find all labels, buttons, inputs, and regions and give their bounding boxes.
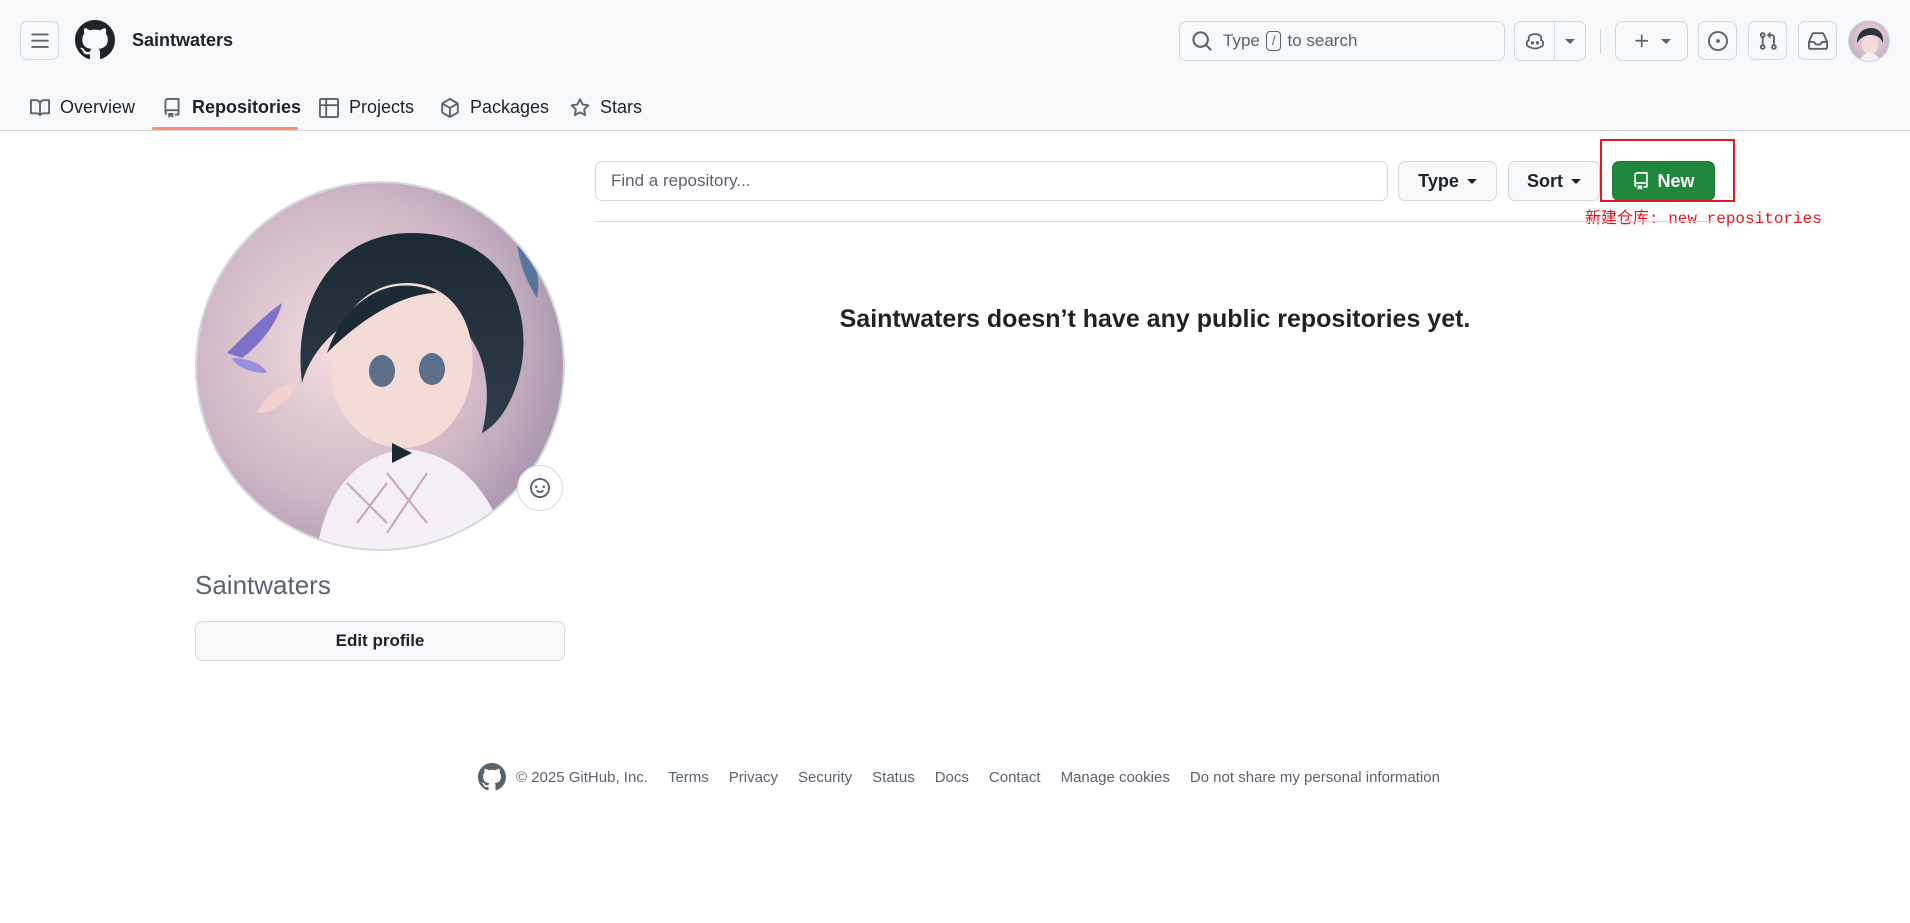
star-icon bbox=[570, 97, 590, 116]
header-username-link[interactable]: Saintwaters bbox=[132, 30, 233, 51]
annotation-highlight-box bbox=[1600, 139, 1735, 202]
smiley-icon bbox=[530, 478, 550, 498]
profile-avatar-image bbox=[197, 183, 563, 549]
empty-repositories-message: Saintwaters doesn’t have any public repo… bbox=[839, 305, 1471, 333]
tab-stars[interactable]: Stars bbox=[570, 84, 642, 131]
sort-label: Sort bbox=[1527, 170, 1563, 191]
table-icon bbox=[319, 97, 339, 118]
footer-link-manage-cookies[interactable]: Manage cookies bbox=[1061, 769, 1170, 786]
active-tab-underline bbox=[152, 127, 298, 130]
header-divider bbox=[1600, 29, 1601, 54]
copilot-icon bbox=[1525, 33, 1544, 50]
find-repository-input[interactable]: Find a repository... bbox=[595, 161, 1388, 201]
tab-overview[interactable]: Overview bbox=[30, 84, 135, 131]
tab-overview-label: Overview bbox=[60, 97, 136, 117]
footer-link-terms[interactable]: Terms bbox=[668, 769, 709, 786]
chevron-down-icon bbox=[1466, 178, 1477, 184]
tab-stars-label: Stars bbox=[600, 97, 643, 117]
tab-packages-label: Packages bbox=[470, 97, 550, 117]
global-search-input[interactable]: Type / to search bbox=[1179, 21, 1505, 61]
avatar-image bbox=[1849, 21, 1889, 61]
footer-copyright: © 2025 GitHub, Inc. bbox=[516, 768, 648, 786]
tab-repositories[interactable]: Repositories bbox=[162, 84, 301, 131]
github-logo-icon[interactable] bbox=[75, 20, 115, 60]
user-avatar-menu[interactable] bbox=[1848, 20, 1890, 62]
type-filter-button[interactable]: Type bbox=[1398, 161, 1497, 201]
annotation-label: 新建仓库: new repositories bbox=[1585, 210, 1822, 228]
book-icon bbox=[30, 98, 50, 116]
search-shortcut-key: / bbox=[1265, 31, 1282, 51]
chevron-down-icon bbox=[1660, 38, 1671, 44]
profile-username: Saintwaters bbox=[195, 570, 331, 600]
edit-profile-button[interactable]: Edit profile bbox=[195, 621, 565, 661]
copilot-button-group bbox=[1514, 21, 1586, 61]
package-icon bbox=[441, 97, 459, 118]
footer-link-do-not-share[interactable]: Do not share my personal information bbox=[1190, 769, 1440, 786]
profile-avatar[interactable] bbox=[195, 181, 565, 551]
top-header: Saintwaters Type / to search Overview Re… bbox=[0, 0, 1910, 131]
set-status-button[interactable] bbox=[517, 465, 563, 511]
github-logo-icon[interactable] bbox=[478, 763, 506, 791]
repo-icon bbox=[164, 97, 180, 118]
issue-opened-icon bbox=[1707, 30, 1728, 51]
footer-link-contact[interactable]: Contact bbox=[989, 769, 1041, 786]
issues-button[interactable] bbox=[1698, 21, 1737, 60]
search-icon bbox=[1192, 31, 1212, 51]
tab-repositories-label: Repositories bbox=[192, 97, 302, 117]
site-footer: © 2025 GitHub, Inc. Terms Privacy Securi… bbox=[478, 762, 1460, 792]
footer-link-docs[interactable]: Docs bbox=[935, 769, 969, 786]
menu-icon bbox=[30, 33, 49, 48]
footer-link-privacy[interactable]: Privacy bbox=[729, 769, 778, 786]
tab-projects[interactable]: Projects bbox=[319, 84, 414, 131]
git-pull-request-icon bbox=[1759, 31, 1777, 50]
search-prefix-text: Type bbox=[1223, 31, 1260, 50]
toolbar-divider bbox=[595, 221, 1715, 222]
footer-link-status[interactable]: Status bbox=[872, 769, 915, 786]
notifications-inbox-button[interactable] bbox=[1798, 21, 1837, 60]
tab-packages[interactable]: Packages bbox=[440, 84, 549, 131]
tab-projects-label: Projects bbox=[349, 97, 415, 117]
copilot-dropdown-button[interactable] bbox=[1554, 22, 1585, 60]
pull-requests-button[interactable] bbox=[1748, 21, 1787, 60]
copilot-button[interactable] bbox=[1515, 22, 1554, 60]
sort-button[interactable]: Sort bbox=[1508, 161, 1600, 201]
footer-link-security[interactable]: Security bbox=[798, 769, 852, 786]
type-filter-label: Type bbox=[1418, 170, 1459, 191]
hamburger-menu-button[interactable] bbox=[20, 21, 59, 60]
search-suffix-text: to search bbox=[1287, 31, 1358, 50]
chevron-down-icon bbox=[1565, 38, 1576, 44]
inbox-icon bbox=[1807, 31, 1828, 50]
chevron-down-icon bbox=[1571, 178, 1581, 184]
plus-icon bbox=[1634, 34, 1648, 48]
create-new-dropdown[interactable] bbox=[1615, 21, 1688, 61]
